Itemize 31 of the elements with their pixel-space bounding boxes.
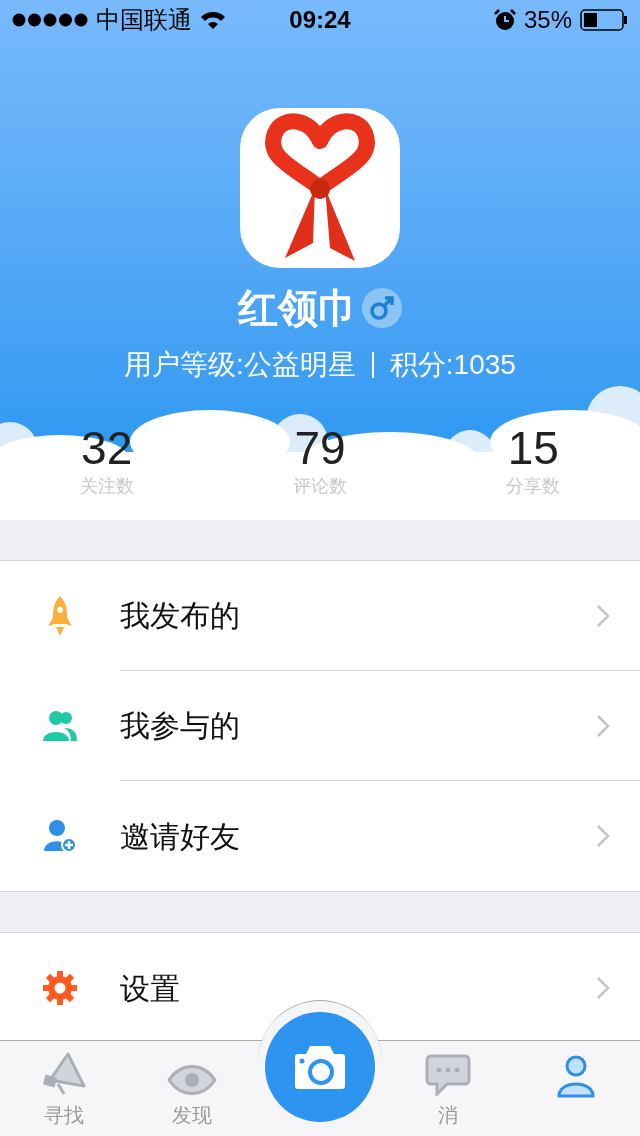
camera-icon <box>294 1044 346 1090</box>
menu-label: 设置 <box>120 970 181 1007</box>
rocket-icon <box>46 594 74 638</box>
stat-value: 15 <box>507 422 559 474</box>
chevron-right-icon <box>596 603 610 628</box>
megaphone-icon <box>40 1050 88 1096</box>
people-icon <box>42 709 78 743</box>
wifi-icon <box>200 10 226 30</box>
user-points: 积分:1035 <box>389 348 516 382</box>
stat-value: 79 <box>294 422 346 474</box>
user-name: 红领巾 <box>238 285 358 332</box>
battery-percent: 35% <box>523 5 572 35</box>
chat-icon <box>425 1054 471 1096</box>
eye-icon <box>167 1064 217 1096</box>
chevron-right-icon <box>596 713 610 738</box>
menu-item[interactable]: 我参与的 <box>0 671 640 781</box>
settings-icon <box>42 970 78 1006</box>
menu-label: 我参与的 <box>120 708 241 744</box>
menu-label: 邀请好友 <box>120 818 241 855</box>
clock-time: 09:24 <box>289 5 351 35</box>
chevron-right-icon <box>596 824 610 848</box>
signal-icon <box>12 13 88 27</box>
menu-item[interactable]: 我发布的 <box>0 561 640 671</box>
add-user-icon <box>43 819 77 853</box>
chevron-right-icon <box>596 976 610 1000</box>
menu-label: 我发布的 <box>120 598 241 634</box>
battery-icon <box>580 9 628 31</box>
carrier-name: 中国联通 <box>96 5 192 35</box>
menu-item[interactable]: 邀请好友 <box>0 781 640 891</box>
user-level: 用户等级:公益明星 <box>124 348 356 382</box>
alarm-icon <box>493 9 516 31</box>
